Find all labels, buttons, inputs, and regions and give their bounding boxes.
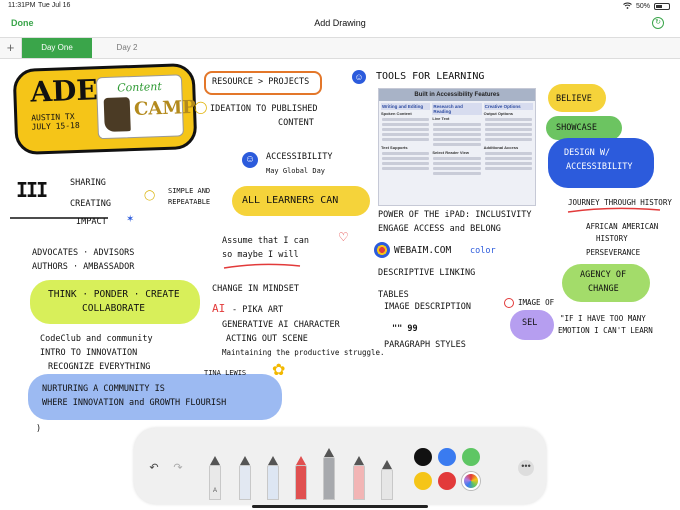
fountain-pen-body <box>267 465 279 500</box>
pencil-body <box>381 469 393 500</box>
color-swatch[interactable] <box>438 448 456 466</box>
eraser-tool[interactable] <box>352 456 366 500</box>
fill-body <box>323 457 335 500</box>
pen-tip <box>210 456 220 465</box>
eraser-body <box>353 465 365 500</box>
pen-body <box>209 465 221 500</box>
pencil-tool[interactable] <box>380 460 394 500</box>
crayon-body <box>295 465 307 500</box>
crayon-tip <box>296 456 306 465</box>
pencil-tip <box>382 460 392 469</box>
drawing-toolbar: ↶ ↷ A ••• <box>134 428 546 504</box>
redo-button[interactable]: ↷ <box>170 460 186 476</box>
fill-tool[interactable] <box>322 448 336 500</box>
color-swatch[interactable] <box>438 472 456 490</box>
fountain-pen-tip <box>268 456 278 465</box>
eraser-tip <box>354 456 364 465</box>
color-swatch[interactable] <box>414 472 432 490</box>
crayon-tool[interactable] <box>294 456 308 500</box>
undo-button[interactable]: ↶ <box>146 460 162 476</box>
color-swatch[interactable] <box>414 448 432 466</box>
home-indicator <box>252 505 428 508</box>
color-swatch[interactable] <box>462 472 480 490</box>
color-swatch[interactable] <box>462 448 480 466</box>
more-options-button[interactable]: ••• <box>518 460 534 476</box>
marker-body <box>239 465 251 500</box>
pen-label: A <box>212 488 217 494</box>
marker-tip <box>240 456 250 465</box>
pen-tool[interactable]: A <box>208 456 222 500</box>
fill-tip <box>324 448 334 457</box>
marker-tool[interactable] <box>238 456 252 500</box>
fountain-pen-tool[interactable] <box>266 456 280 500</box>
